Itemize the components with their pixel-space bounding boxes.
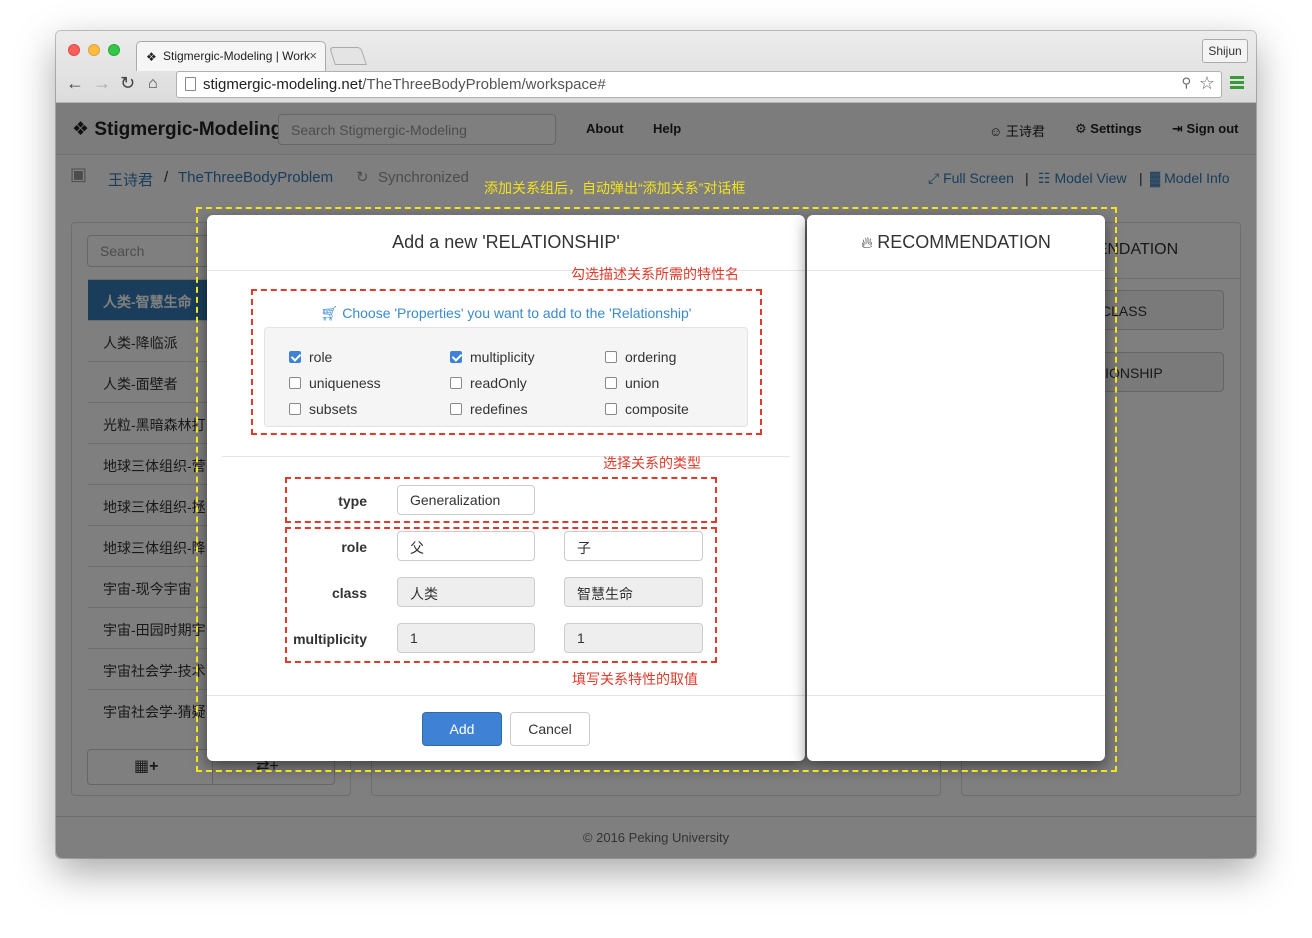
annotation-top: 添加关系组后，自动弹出“添加关系”对话框 bbox=[484, 180, 746, 196]
cubes-icon: ❖ bbox=[146, 50, 157, 64]
bookmark-star-icon[interactable]: ☆ bbox=[1199, 73, 1215, 94]
tab-close-icon[interactable]: × bbox=[309, 48, 317, 63]
browser-tab[interactable]: ❖ Stigmergic-Modeling | Work × bbox=[136, 41, 326, 71]
url-host: stigmergic-modeling.net bbox=[203, 76, 363, 93]
address-bar[interactable]: stigmergic-modeling.net/TheThreeBodyProb… bbox=[176, 71, 1222, 98]
browser-menu-icon[interactable] bbox=[1230, 76, 1244, 91]
tab-title: Stigmergic-Modeling | Work bbox=[163, 49, 310, 63]
close-window-button[interactable] bbox=[68, 44, 80, 56]
annotation-box-dialog bbox=[196, 207, 1117, 772]
url-path: /TheThreeBodyProblem/workspace# bbox=[362, 76, 606, 93]
zoom-window-button[interactable] bbox=[108, 44, 120, 56]
reload-icon[interactable]: ↻ bbox=[120, 73, 135, 94]
home-icon[interactable]: ⌂ bbox=[148, 75, 158, 93]
page-icon bbox=[185, 77, 196, 91]
forward-icon[interactable]: → bbox=[93, 73, 111, 94]
back-icon[interactable]: ← bbox=[66, 73, 84, 94]
browser-window: ❖ Stigmergic-Modeling | Work × Shijun ← … bbox=[56, 31, 1256, 858]
browser-chrome: ❖ Stigmergic-Modeling | Work × Shijun ← … bbox=[56, 31, 1256, 103]
key-icon[interactable]: ⚲ bbox=[1181, 75, 1191, 91]
minimize-window-button[interactable] bbox=[88, 44, 100, 56]
profile-button[interactable]: Shijun bbox=[1202, 39, 1248, 63]
web-page: ❖ Stigmergic-Modeling Search Stigmergic-… bbox=[56, 103, 1256, 858]
new-tab-button[interactable] bbox=[329, 47, 367, 65]
